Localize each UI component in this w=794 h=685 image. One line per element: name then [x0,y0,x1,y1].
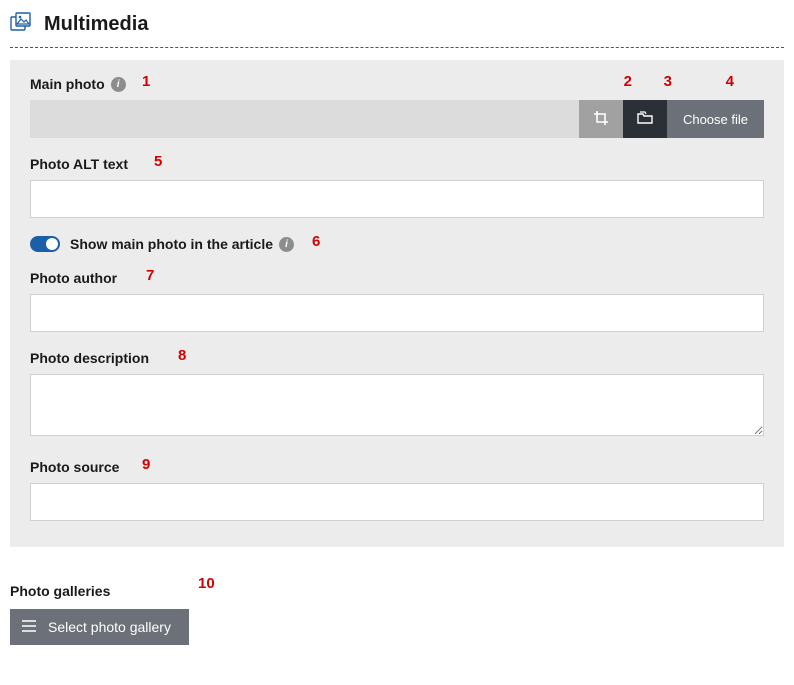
annotation-4: 4 [726,73,734,90]
crop-icon [593,110,609,129]
annotation-8: 8 [178,347,186,364]
select-gallery-label: Select photo gallery [48,619,171,635]
multimedia-icon [10,12,32,37]
author-label: Photo author [30,270,117,286]
source-label: Photo source [30,459,119,475]
select-gallery-button[interactable]: Select photo gallery [10,609,189,645]
alt-text-input[interactable] [30,180,764,218]
description-label: Photo description [30,350,149,366]
show-in-article-toggle[interactable] [30,236,60,252]
section-header: Multimedia [10,8,784,47]
show-in-article-label: Show main photo in the article [70,236,273,252]
alt-text-field: Photo ALT text 5 [30,156,764,218]
choose-file-button[interactable]: Choose file [667,100,764,138]
main-photo-label: Main photo [30,76,105,92]
folder-icon [637,110,653,129]
show-in-article-field: Show main photo in the article i 6 [30,236,764,252]
annotation-7: 7 [146,267,154,284]
info-icon[interactable]: i [111,77,126,92]
annotation-5: 5 [154,153,162,170]
main-photo-input [30,100,579,138]
multimedia-panel: Main photo i 1 2 3 4 Ch [10,60,784,547]
source-field: Photo source 9 [30,459,764,521]
galleries-section: Photo galleries Select photo gallery 10 [10,547,784,645]
source-input[interactable] [30,483,764,521]
description-input[interactable] [30,374,764,436]
divider [10,47,784,48]
description-field: Photo description 8 [30,350,764,441]
author-input[interactable] [30,294,764,332]
annotation-1: 1 [142,73,150,90]
annotation-3: 3 [664,73,672,90]
list-icon [22,619,48,635]
crop-button[interactable] [579,100,623,138]
annotation-9: 9 [142,456,150,473]
section-title: Multimedia [44,13,148,36]
info-icon[interactable]: i [279,237,294,252]
annotation-6: 6 [312,233,320,250]
browse-folder-button[interactable] [623,100,667,138]
author-field: Photo author 7 [30,270,764,332]
alt-text-label: Photo ALT text [30,156,128,172]
main-photo-field: Main photo i 1 2 3 4 Ch [30,76,764,138]
galleries-title: Photo galleries [10,583,784,599]
annotation-2: 2 [624,73,632,90]
